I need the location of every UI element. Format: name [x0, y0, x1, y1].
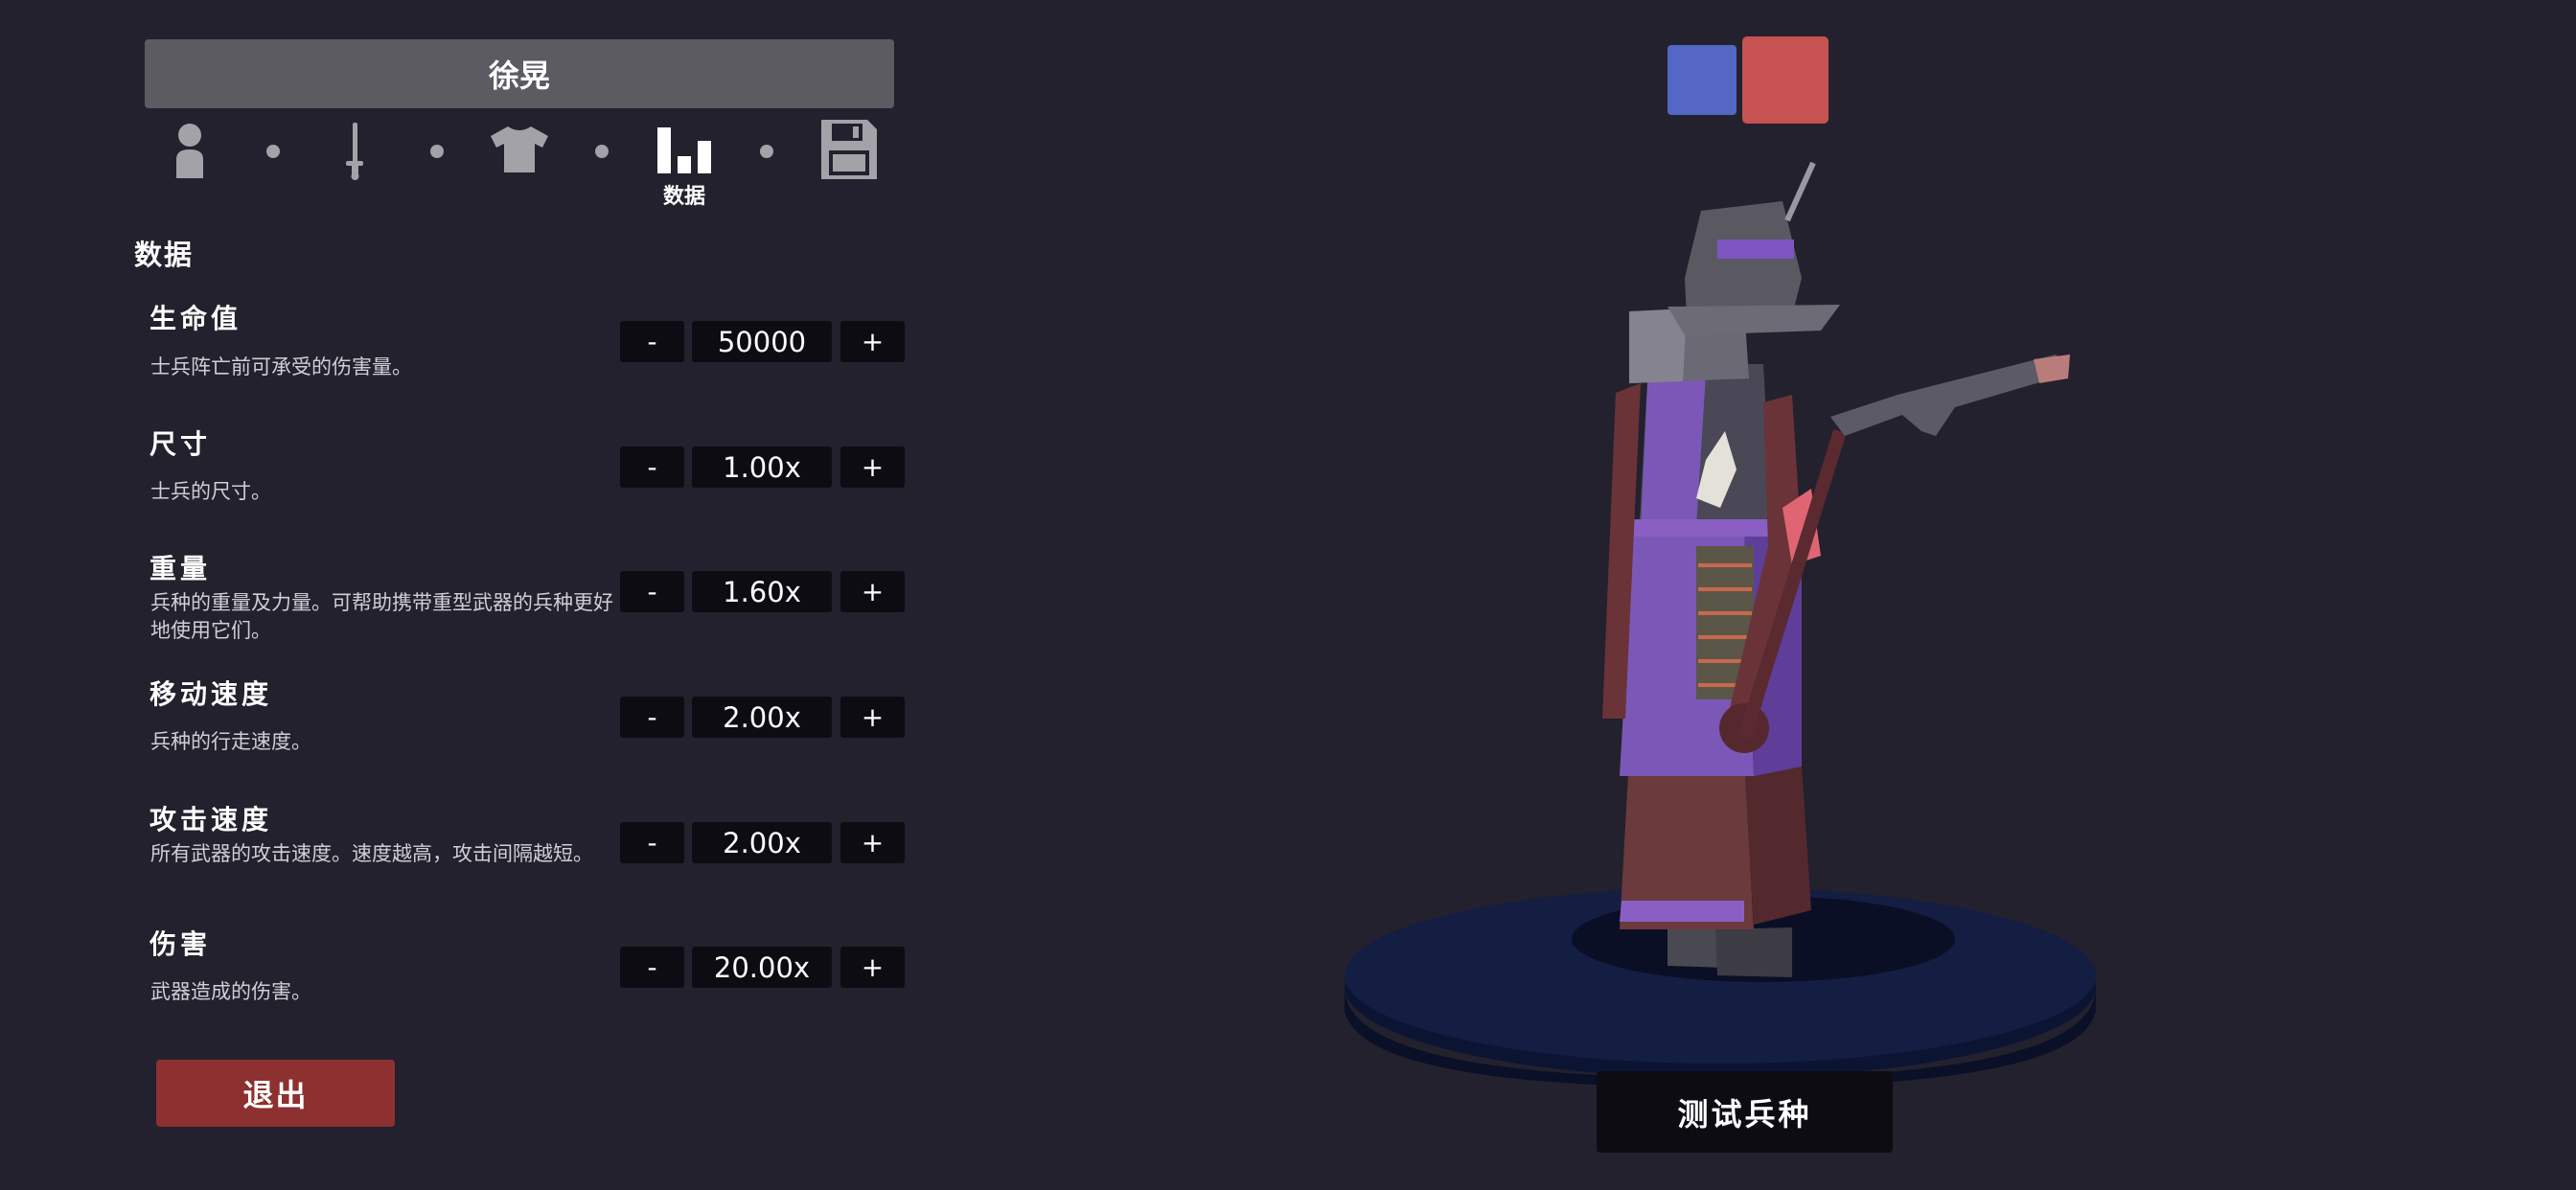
damage-increase-button[interactable]: +: [840, 947, 905, 988]
shirt-icon: [491, 126, 548, 172]
stat-desc-mass: 兵种的重量及力量。可帮助携带重型武器的兵种更好地使用它们。: [150, 591, 613, 642]
mass-decrease-button[interactable]: -: [620, 571, 684, 612]
size-decrease-button[interactable]: -: [620, 446, 684, 488]
exit-button[interactable]: 退出: [156, 1060, 395, 1127]
stat-desc-attack-speed: 所有武器的攻击速度。速度越高，攻击间隔越短。: [150, 842, 593, 865]
stat-desc-move-speed: 兵种的行走速度。: [150, 730, 311, 753]
stat-desc-health: 士兵阵亡前可承受的伤害量。: [150, 355, 412, 378]
move-speed-increase-button[interactable]: +: [840, 697, 905, 738]
health-decrease-button[interactable]: -: [620, 321, 684, 362]
tab-separator-dot: [430, 145, 444, 158]
damage-decrease-button[interactable]: -: [620, 947, 684, 988]
move-speed-value[interactable]: 2.00x: [692, 697, 832, 738]
tab-separator-dot: [760, 145, 773, 158]
tab-clothing[interactable]: [491, 125, 548, 178]
bar-chart-icon: [657, 127, 711, 173]
attack-speed-decrease-button[interactable]: -: [620, 822, 684, 863]
person-icon: [176, 124, 203, 178]
health-increase-button[interactable]: +: [840, 321, 905, 362]
stat-desc-size: 士兵的尺寸。: [150, 480, 271, 503]
team-red-button[interactable]: [1742, 36, 1828, 124]
test-unit-button[interactable]: 测试兵种: [1597, 1071, 1893, 1153]
team-blue-button[interactable]: [1668, 45, 1736, 115]
sword-icon: [346, 123, 363, 180]
health-value[interactable]: 50000: [692, 321, 832, 362]
attack-speed-value[interactable]: 2.00x: [692, 822, 832, 863]
damage-value[interactable]: 20.00x: [692, 947, 832, 988]
tab-separator-dot: [266, 145, 280, 158]
floppy-disk-icon: [821, 120, 877, 179]
stat-name-mass: 重量: [150, 553, 212, 584]
stat-name-move-speed: 移动速度: [150, 678, 273, 710]
move-speed-decrease-button[interactable]: -: [620, 697, 684, 738]
mass-value[interactable]: 1.60x: [692, 571, 832, 612]
stat-name-size: 尺寸: [150, 428, 212, 460]
tab-appearance[interactable]: [172, 123, 207, 184]
stat-name-damage: 伤害: [150, 928, 212, 960]
unit-preview[interactable]: [1342, 144, 2147, 1092]
stat-desc-damage: 武器造成的伤害。: [150, 980, 311, 1003]
size-value[interactable]: 1.00x: [692, 446, 832, 488]
unit-name-title[interactable]: 徐晃: [145, 39, 894, 108]
stat-name-attack-speed: 攻击速度: [150, 804, 273, 835]
tab-separator-dot: [595, 145, 609, 158]
stat-name-health: 生命值: [150, 303, 242, 334]
size-increase-button[interactable]: +: [840, 446, 905, 488]
section-title: 数据: [134, 239, 195, 271]
attack-speed-increase-button[interactable]: +: [840, 822, 905, 863]
tab-save[interactable]: [821, 120, 877, 185]
mass-increase-button[interactable]: +: [840, 571, 905, 612]
tab-weapons[interactable]: [343, 123, 366, 186]
tab-stats[interactable]: 数据: [657, 127, 711, 210]
